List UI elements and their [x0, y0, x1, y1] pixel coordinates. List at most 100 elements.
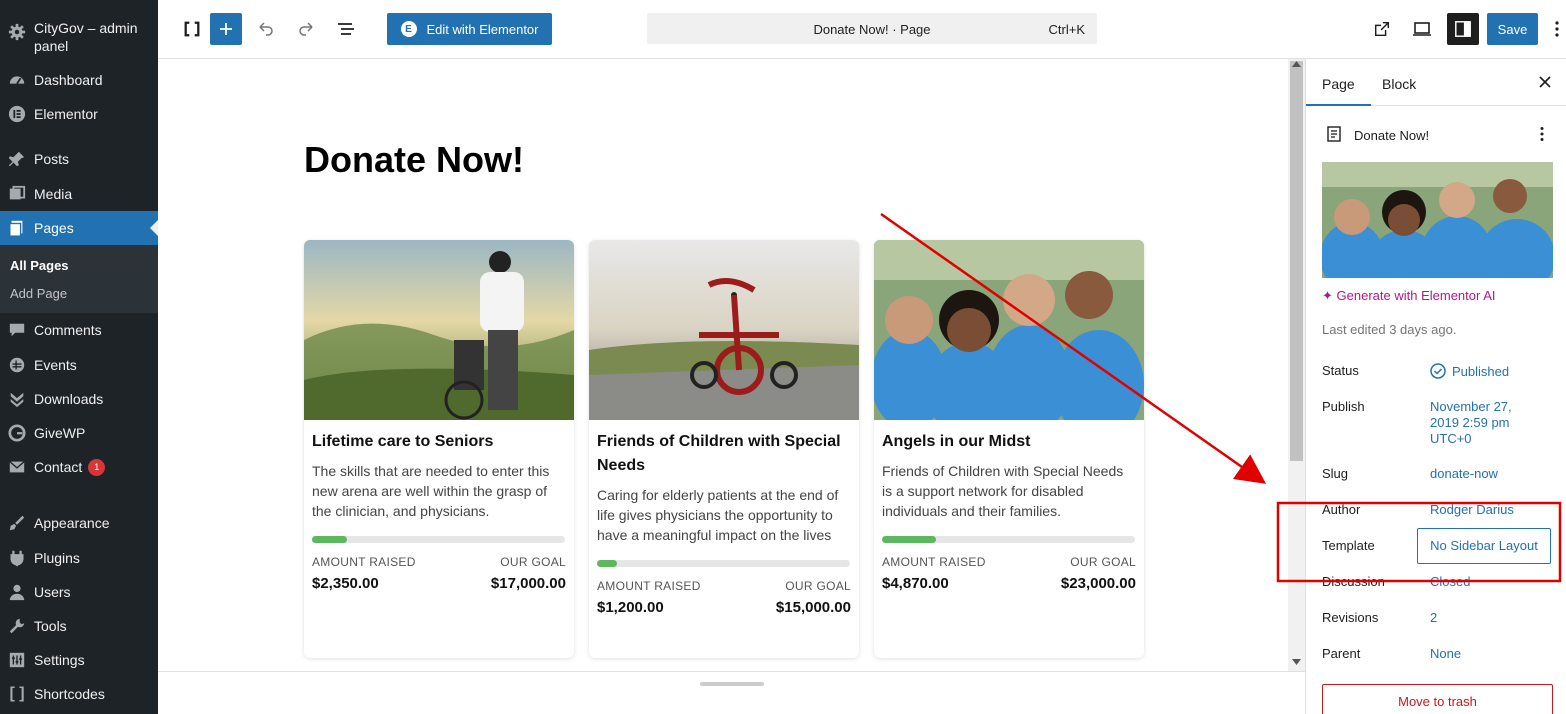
gear-icon — [7, 22, 27, 42]
scroll-up-icon[interactable] — [1292, 61, 1301, 67]
publish-label: Publish — [1322, 399, 1365, 414]
progress-bar — [597, 560, 850, 567]
template-label: Template — [1322, 538, 1375, 553]
menu-downloads[interactable]: Downloads — [0, 382, 158, 416]
settings-toggle-button[interactable] — [1447, 13, 1479, 45]
slug-label: Slug — [1322, 466, 1349, 481]
tab-block[interactable]: Block — [1382, 76, 1416, 92]
sidebar-icon — [1455, 21, 1471, 37]
menu-dashboard[interactable]: Dashboard — [0, 63, 158, 97]
document-overview-button[interactable] — [330, 13, 362, 45]
amount-raised-label: AMOUNT RAISED — [597, 579, 701, 593]
menu-users[interactable]: Users — [0, 575, 158, 609]
menu-events[interactable]: Events — [0, 348, 158, 382]
undo-button[interactable] — [250, 13, 282, 45]
user-icon — [7, 582, 27, 602]
progress-fill — [312, 536, 347, 543]
command-palette-bar[interactable]: Donate Now! · Page Ctrl+K — [647, 13, 1097, 44]
more-vertical-icon[interactable] — [1539, 126, 1545, 142]
command-title: Donate Now! · Page — [813, 22, 931, 37]
status-value[interactable]: Published — [1430, 363, 1509, 379]
menu-givewp[interactable]: GiveWP — [0, 416, 158, 450]
submenu-add-page[interactable]: Add Page — [10, 286, 67, 301]
site-logo-icon[interactable] — [176, 13, 208, 45]
page-title[interactable]: Donate Now! — [304, 139, 524, 181]
card-description: The skills that are needed to enter this… — [312, 463, 550, 519]
close-icon[interactable] — [1539, 76, 1551, 88]
author-value[interactable]: Rodger Darius — [1430, 502, 1514, 517]
card-title[interactable]: Angels in our Midst — [882, 430, 1134, 454]
amount-raised-label: AMOUNT RAISED — [312, 555, 416, 569]
site-title[interactable]: CityGov – admin panel — [34, 19, 152, 55]
options-button[interactable] — [1550, 13, 1564, 45]
edit-with-elementor-label: Edit with Elementor — [426, 21, 539, 37]
goal-value: $15,000.00 — [775, 599, 851, 616]
menu-posts[interactable]: Posts — [0, 142, 158, 176]
menu-elementor[interactable]: Elementor — [0, 97, 158, 131]
preview-device-button[interactable] — [1406, 13, 1438, 45]
revisions-value[interactable]: 2 — [1430, 610, 1437, 625]
resize-handle[interactable] — [700, 682, 764, 686]
goal-value: $23,000.00 — [1060, 575, 1136, 592]
menu-plugins[interactable]: Plugins — [0, 541, 158, 575]
publish-date-value[interactable]: November 27, 2019 2:59 pm UTC+0 — [1430, 399, 1530, 447]
sparkle-icon: ✦ — [1322, 288, 1333, 303]
page-document-icon — [1327, 126, 1341, 142]
menu-label: Appearance — [34, 515, 110, 531]
save-button[interactable]: Save — [1487, 13, 1538, 45]
menu-label: Pages — [34, 220, 74, 236]
card-title[interactable]: Friends of Children with Special Needs — [597, 430, 849, 478]
redo-button[interactable] — [290, 13, 322, 45]
card-description: Friends of Children with Special Needs i… — [882, 463, 1124, 519]
move-to-trash-button[interactable]: Move to trash — [1322, 684, 1553, 714]
card-image-seniors — [304, 240, 574, 420]
menu-pages[interactable]: Pages — [0, 211, 158, 245]
menu-label: Tools — [34, 618, 67, 634]
document-title: Donate Now! — [1354, 128, 1430, 143]
scroll-down-icon[interactable] — [1292, 659, 1301, 665]
menu-label: Shortcodes — [34, 686, 105, 702]
scrollbar-thumb[interactable] — [1290, 61, 1303, 461]
donation-card[interactable]: Lifetime care to Seniors The skills that… — [304, 240, 574, 658]
command-shortcut: Ctrl+K — [1048, 22, 1085, 37]
status-text: Published — [1452, 364, 1510, 379]
featured-image[interactable] — [1322, 162, 1553, 278]
menu-label: Downloads — [34, 391, 104, 407]
amount-raised-value: $4,870.00 — [882, 575, 949, 592]
view-page-button[interactable] — [1366, 13, 1398, 45]
tab-page[interactable]: Page — [1306, 76, 1371, 106]
add-block-button[interactable] — [210, 13, 242, 45]
menu-contact[interactable]: Contact 1 — [0, 450, 158, 484]
plugin-icon — [7, 548, 27, 568]
edit-with-elementor-button[interactable]: E Edit with Elementor — [387, 13, 552, 45]
template-selector[interactable]: No Sidebar Layout — [1417, 528, 1551, 564]
wrench-icon — [7, 616, 27, 636]
generate-ai-link[interactable]: ✦ Generate with Elementor AI — [1322, 288, 1496, 304]
menu-tools[interactable]: Tools — [0, 609, 158, 643]
discussion-value[interactable]: Closed — [1430, 574, 1470, 589]
settings-icon — [7, 650, 27, 670]
pages-icon — [7, 218, 27, 238]
editor-canvas[interactable]: Donate Now! Lifetime care to Seniors The… — [158, 59, 1288, 671]
slug-value[interactable]: donate-now — [1430, 466, 1498, 481]
submenu-all-pages[interactable]: All Pages — [10, 258, 69, 273]
donation-card[interactable]: Friends of Children with Special Needs C… — [589, 240, 859, 658]
published-check-icon — [1430, 363, 1446, 379]
canvas-scrollbar[interactable] — [1288, 59, 1305, 671]
shortcode-icon: [ ] — [9, 685, 25, 702]
media-icon — [7, 184, 27, 204]
menu-settings[interactable]: Settings — [0, 643, 158, 677]
card-image-volunteers — [874, 240, 1144, 420]
goal-label: OUR GOAL — [1070, 555, 1136, 569]
menu-label: Users — [34, 584, 71, 600]
menu-media[interactable]: Media — [0, 177, 158, 211]
menu-shortcodes[interactable]: [ ] Shortcodes — [0, 677, 158, 711]
parent-value[interactable]: None — [1430, 646, 1461, 661]
card-title[interactable]: Lifetime care to Seniors — [312, 430, 564, 454]
menu-appearance[interactable]: Appearance — [0, 506, 158, 540]
donation-card[interactable]: Angels in our Midst Friends of Children … — [874, 240, 1144, 658]
elementor-icon — [7, 104, 27, 124]
menu-comments[interactable]: Comments — [0, 313, 158, 347]
brush-icon — [7, 513, 27, 533]
pages-submenu: All Pages Add Page — [0, 245, 158, 313]
